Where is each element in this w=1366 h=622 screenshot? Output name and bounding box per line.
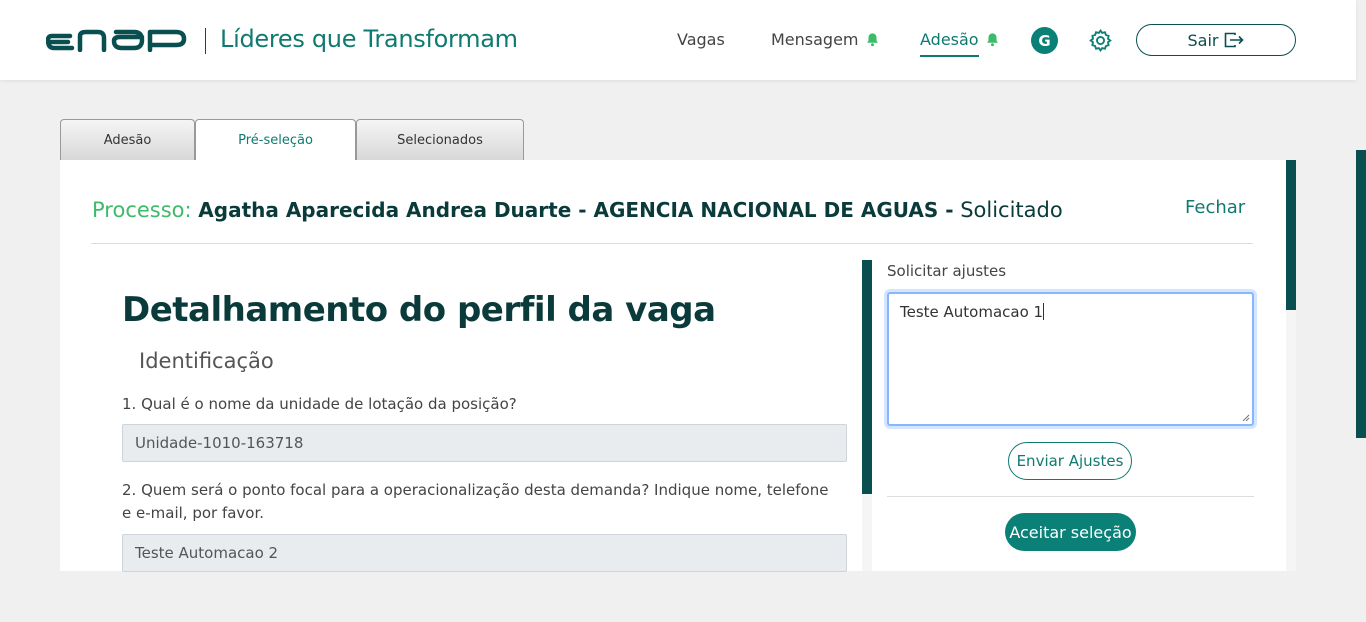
nav-vagas[interactable]: Vagas <box>677 30 725 49</box>
detail-scrollbar-track[interactable] <box>862 494 872 571</box>
bell-icon <box>986 33 998 47</box>
section-title: Identificação <box>139 349 274 373</box>
process-status: Solicitado <box>960 198 1063 222</box>
logout-label: Sair <box>1187 30 1219 50</box>
detail-scrollbar-thumb[interactable] <box>862 260 872 494</box>
nav-mensagem-label: Mensagem <box>771 30 859 49</box>
text-caret <box>1043 303 1045 320</box>
active-nav-underline <box>920 55 979 57</box>
question-1-label: 1. Qual é o nome da unidade de lotação d… <box>122 395 517 413</box>
user-avatar[interactable]: G <box>1031 27 1058 54</box>
brand-title: Líderes que Transformam <box>220 25 518 53</box>
question-2-label: 2. Quem será o ponto focal para a operac… <box>122 481 829 522</box>
adjust-label: Solicitar ajustes <box>887 262 1007 280</box>
close-link[interactable]: Fechar <box>1185 197 1245 218</box>
tab-pre-selecao[interactable]: Pré-seleção <box>195 119 356 161</box>
top-header: Líderes que Transformam Vagas Mensagem A… <box>0 0 1356 80</box>
gear-icon[interactable] <box>1088 28 1113 53</box>
nav-mensagem[interactable]: Mensagem <box>771 30 880 49</box>
question-2-field: Teste Automacao 2 <box>122 534 847 572</box>
bell-icon <box>866 33 878 47</box>
adjust-textarea[interactable]: Teste Automacao 1 <box>887 292 1254 426</box>
panel-scrollbar-track[interactable] <box>1286 310 1296 571</box>
adjust-text: Teste Automacao 1 <box>900 303 1044 321</box>
process-name: Agatha Aparecida Andrea Duarte - AGENCIA… <box>198 198 954 222</box>
tab-selecionados[interactable]: Selecionados <box>356 119 524 160</box>
panel-scrollbar-thumb[interactable] <box>1286 160 1296 310</box>
accept-selection-button[interactable]: Aceitar seleção <box>1005 513 1136 551</box>
divider <box>91 243 1253 244</box>
brand-separator <box>205 28 206 54</box>
divider <box>887 496 1254 497</box>
resize-handle-icon[interactable] <box>1242 414 1250 422</box>
logout-button[interactable]: Sair <box>1136 24 1296 56</box>
tab-adesao[interactable]: Adesão <box>60 119 195 160</box>
send-adjustments-button[interactable]: Enviar Ajustes <box>1008 442 1132 480</box>
logout-icon <box>1225 32 1245 48</box>
question-1-field: Unidade-1010-163718 <box>122 424 847 462</box>
nav-vagas-label: Vagas <box>677 30 725 49</box>
process-header: Processo: Agatha Aparecida Andrea Duarte… <box>92 198 1063 222</box>
detail-title: Detalhamento do perfil da vaga <box>122 290 716 330</box>
process-label: Processo: <box>92 198 192 222</box>
nav-adesao[interactable]: Adesão <box>920 30 1000 49</box>
page-scrollbar-thumb[interactable] <box>1356 150 1366 438</box>
enap-logo[interactable] <box>46 28 188 52</box>
nav-adesao-label: Adesão <box>920 30 979 49</box>
